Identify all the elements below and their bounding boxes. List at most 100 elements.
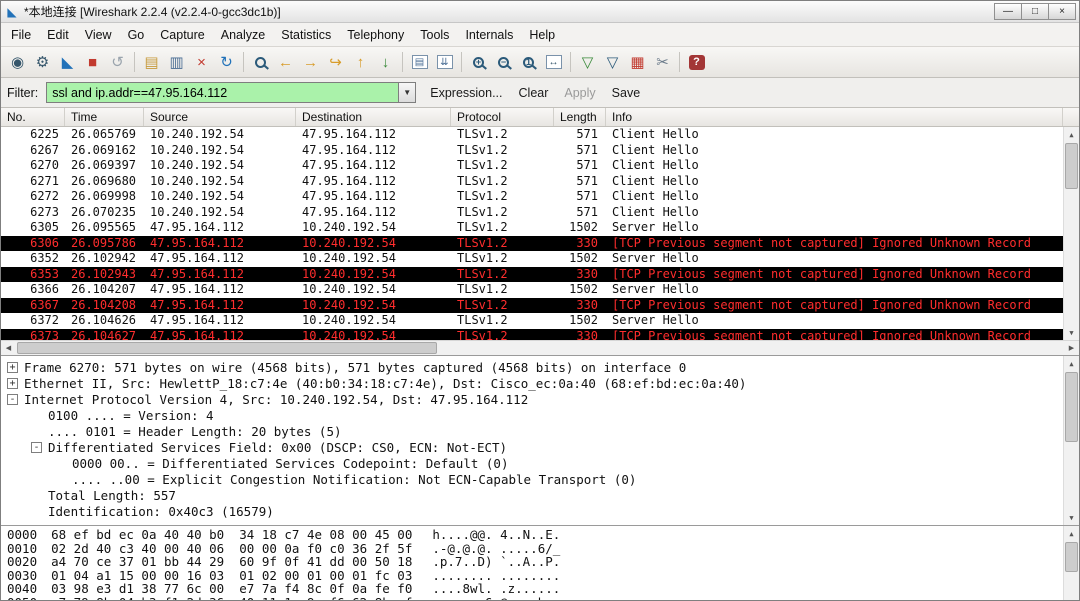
open-capture-file-icon[interactable]: ▤ xyxy=(139,50,164,74)
go-back-icon[interactable]: ← xyxy=(273,50,298,74)
packet-list-vscrollbar[interactable]: ▲ ▼ xyxy=(1063,127,1079,340)
save-capture-file-icon[interactable]: ▥ xyxy=(164,50,189,74)
hex-line[interactable]: 0020 a4 70 ce 37 01 bb 44 29 60 9f 0f 41 … xyxy=(1,555,1079,569)
menu-help[interactable]: Help xyxy=(521,24,563,46)
capture-options-icon[interactable]: ⚙ xyxy=(30,50,55,74)
scroll-left-icon[interactable]: ◀ xyxy=(1,341,16,355)
detail-line[interactable]: + Frame 6270: 571 bytes on wire (4568 bit… xyxy=(1,359,1079,375)
scroll-down-icon[interactable]: ▼ xyxy=(1064,325,1079,340)
preferences-icon[interactable]: ✂ xyxy=(650,50,675,74)
column-header-length[interactable]: Length xyxy=(554,108,606,126)
column-header-protocol[interactable]: Protocol xyxy=(451,108,554,126)
packet-row-6272[interactable]: 6272 26.069998 10.240.192.54 47.95.164.112 T… xyxy=(1,189,1079,205)
menu-go[interactable]: Go xyxy=(120,24,153,46)
packet-list-hscrollbar[interactable]: ◀ ▶ xyxy=(1,340,1079,355)
maximize-button[interactable]: □ xyxy=(1021,3,1049,20)
scroll-up-icon[interactable]: ▲ xyxy=(1064,127,1079,142)
vscroll-thumb[interactable] xyxy=(1065,143,1078,189)
scroll-up-icon[interactable]: ▲ xyxy=(1064,526,1079,541)
filter-input[interactable] xyxy=(46,82,399,103)
coloring-rules-icon[interactable]: ▦ xyxy=(625,50,650,74)
packet-row-6225[interactable]: 6225 26.065769 10.240.192.54 47.95.164.112 T… xyxy=(1,127,1079,143)
reload-capture-file-icon[interactable]: ↻ xyxy=(214,50,239,74)
collapse-icon[interactable]: - xyxy=(7,393,18,405)
packet-row-6270[interactable]: 6270 26.069397 10.240.192.54 47.95.164.112 T… xyxy=(1,158,1079,174)
packet-row-6306[interactable]: 6306 26.095786 47.95.164.112 10.240.192.54 T… xyxy=(1,235,1079,251)
list-interfaces-icon[interactable]: ◉ xyxy=(5,50,30,74)
hex-line[interactable]: 0010 02 2d 40 c3 40 00 40 06 00 00 0a f0 … xyxy=(1,541,1079,556)
collapse-icon[interactable]: - xyxy=(31,441,42,453)
close-capture-file-icon[interactable]: × xyxy=(189,50,214,74)
title-bar[interactable]: ◣ *本地连接 [Wireshark 2.2.4 (v2.2.4-0-gcc3d… xyxy=(1,1,1079,23)
find-packet-icon[interactable] xyxy=(248,50,273,74)
packet-row-6273[interactable]: 6273 26.070235 10.240.192.54 47.95.164.112 T… xyxy=(1,205,1079,221)
detail-line[interactable]: + Ethernet II, Src: HewlettP_18:c7:4e (40… xyxy=(1,375,1079,391)
menu-view[interactable]: View xyxy=(77,24,120,46)
close-button[interactable]: × xyxy=(1048,3,1076,20)
packet-row-6271[interactable]: 6271 26.069680 10.240.192.54 47.95.164.112 T… xyxy=(1,174,1079,190)
detail-line[interactable]: 0100 .... = Version: 4 xyxy=(1,407,1079,423)
go-forward-icon[interactable]: → xyxy=(298,50,323,74)
filter-expression-button[interactable]: Expression... xyxy=(422,83,510,103)
zoom-in-icon[interactable]: + xyxy=(466,50,491,74)
capture-filters-icon[interactable]: ▽ xyxy=(575,50,600,74)
detail-line[interactable]: .... ..00 = Explicit Congestion Notifica… xyxy=(1,471,1079,487)
stop-capture-icon[interactable]: ■ xyxy=(80,50,105,74)
hex-line[interactable]: 0000 68 ef bd ec 0a 40 40 b0 34 18 c7 4e … xyxy=(1,528,1079,542)
column-header-source[interactable]: Source xyxy=(144,108,296,126)
packet-row-6353[interactable]: 6353 26.102943 47.95.164.112 10.240.192.54 T… xyxy=(1,266,1079,282)
detail-line[interactable]: 0000 00.. = Differentiated Services Code… xyxy=(1,455,1079,471)
detail-line[interactable]: - Differentiated Services Field: 0x00 (DS… xyxy=(1,439,1079,455)
go-to-bottom-icon[interactable]: ↓ xyxy=(373,50,398,74)
scroll-down-icon[interactable]: ▼ xyxy=(1064,510,1079,525)
detail-line[interactable]: - Internet Protocol Version 4, Src: 10.24… xyxy=(1,391,1079,407)
vscroll-thumb[interactable] xyxy=(1065,542,1078,572)
menu-internals[interactable]: Internals xyxy=(457,24,521,46)
filter-save-button[interactable]: Save xyxy=(604,83,649,103)
auto-scroll-icon[interactable]: ⇊ xyxy=(432,50,457,74)
packet-row-6366[interactable]: 6366 26.104207 47.95.164.112 10.240.192.54 T… xyxy=(1,282,1079,298)
menu-analyze[interactable]: Analyze xyxy=(213,24,273,46)
menu-file[interactable]: File xyxy=(3,24,39,46)
vscroll-thumb[interactable] xyxy=(1065,372,1078,442)
packet-row-6367[interactable]: 6367 26.104208 47.95.164.112 10.240.192.54 T… xyxy=(1,297,1079,313)
packet-row-6373[interactable]: 6373 26.104627 47.95.164.112 10.240.192.54 T… xyxy=(1,328,1079,340)
filter-dropdown-button[interactable]: ▼ xyxy=(398,82,417,103)
filter-clear-button[interactable]: Clear xyxy=(511,83,557,103)
start-capture-icon[interactable]: ◣ xyxy=(55,50,80,74)
menu-statistics[interactable]: Statistics xyxy=(273,24,339,46)
hex-line[interactable]: 0050 a7 79 8b 04 b3 f1 2d 36 40 11 1e 9a … xyxy=(1,595,1079,600)
colorize-packet-list-icon[interactable]: ▤ xyxy=(407,50,432,74)
zoom-out-icon[interactable]: − xyxy=(491,50,516,74)
scroll-right-icon[interactable]: ▶ xyxy=(1064,341,1079,355)
minimize-button[interactable]: — xyxy=(994,3,1022,20)
display-filters-icon[interactable]: ▽ xyxy=(600,50,625,74)
menu-edit[interactable]: Edit xyxy=(39,24,77,46)
hex-line[interactable]: 0030 01 04 a1 15 00 00 16 03 01 02 00 01 … xyxy=(1,568,1079,583)
expand-icon[interactable]: + xyxy=(7,361,18,373)
expand-icon[interactable]: + xyxy=(7,377,18,389)
column-header-time[interactable]: Time xyxy=(65,108,144,126)
zoom-normal-icon[interactable]: 1 xyxy=(516,50,541,74)
bytes-vscrollbar[interactable]: ▲ xyxy=(1063,526,1079,600)
hscroll-thumb[interactable] xyxy=(17,342,437,354)
column-header-destination[interactable]: Destination xyxy=(296,108,451,126)
packet-row-6372[interactable]: 6372 26.104626 47.95.164.112 10.240.192.54 T… xyxy=(1,313,1079,329)
packet-row-6305[interactable]: 6305 26.095565 47.95.164.112 10.240.192.54 T… xyxy=(1,220,1079,236)
menu-capture[interactable]: Capture xyxy=(152,24,212,46)
go-to-packet-icon[interactable]: ↪ xyxy=(323,50,348,74)
packet-row-6267[interactable]: 6267 26.069162 10.240.192.54 47.95.164.112 T… xyxy=(1,143,1079,159)
resize-columns-icon[interactable]: ↔ xyxy=(541,50,566,74)
detail-line[interactable]: Identification: 0x40c3 (16579) xyxy=(1,503,1079,519)
filter-apply-button[interactable]: Apply xyxy=(556,83,603,103)
scroll-up-icon[interactable]: ▲ xyxy=(1064,356,1079,371)
help-icon[interactable]: ? xyxy=(684,50,709,74)
packet-row-6352[interactable]: 6352 26.102942 47.95.164.112 10.240.192.54 T… xyxy=(1,251,1079,267)
menu-telephony[interactable]: Telephony xyxy=(339,24,412,46)
details-vscrollbar[interactable]: ▲ ▼ xyxy=(1063,356,1079,525)
detail-line[interactable]: .... 0101 = Header Length: 20 bytes (5) xyxy=(1,423,1079,439)
column-header-no[interactable]: No. xyxy=(1,108,65,126)
menu-tools[interactable]: Tools xyxy=(412,24,457,46)
hex-line[interactable]: 0040 03 98 e3 d1 38 77 6c 00 e7 7a f4 8c … xyxy=(1,582,1079,596)
restart-capture-icon[interactable]: ↺ xyxy=(105,50,130,74)
